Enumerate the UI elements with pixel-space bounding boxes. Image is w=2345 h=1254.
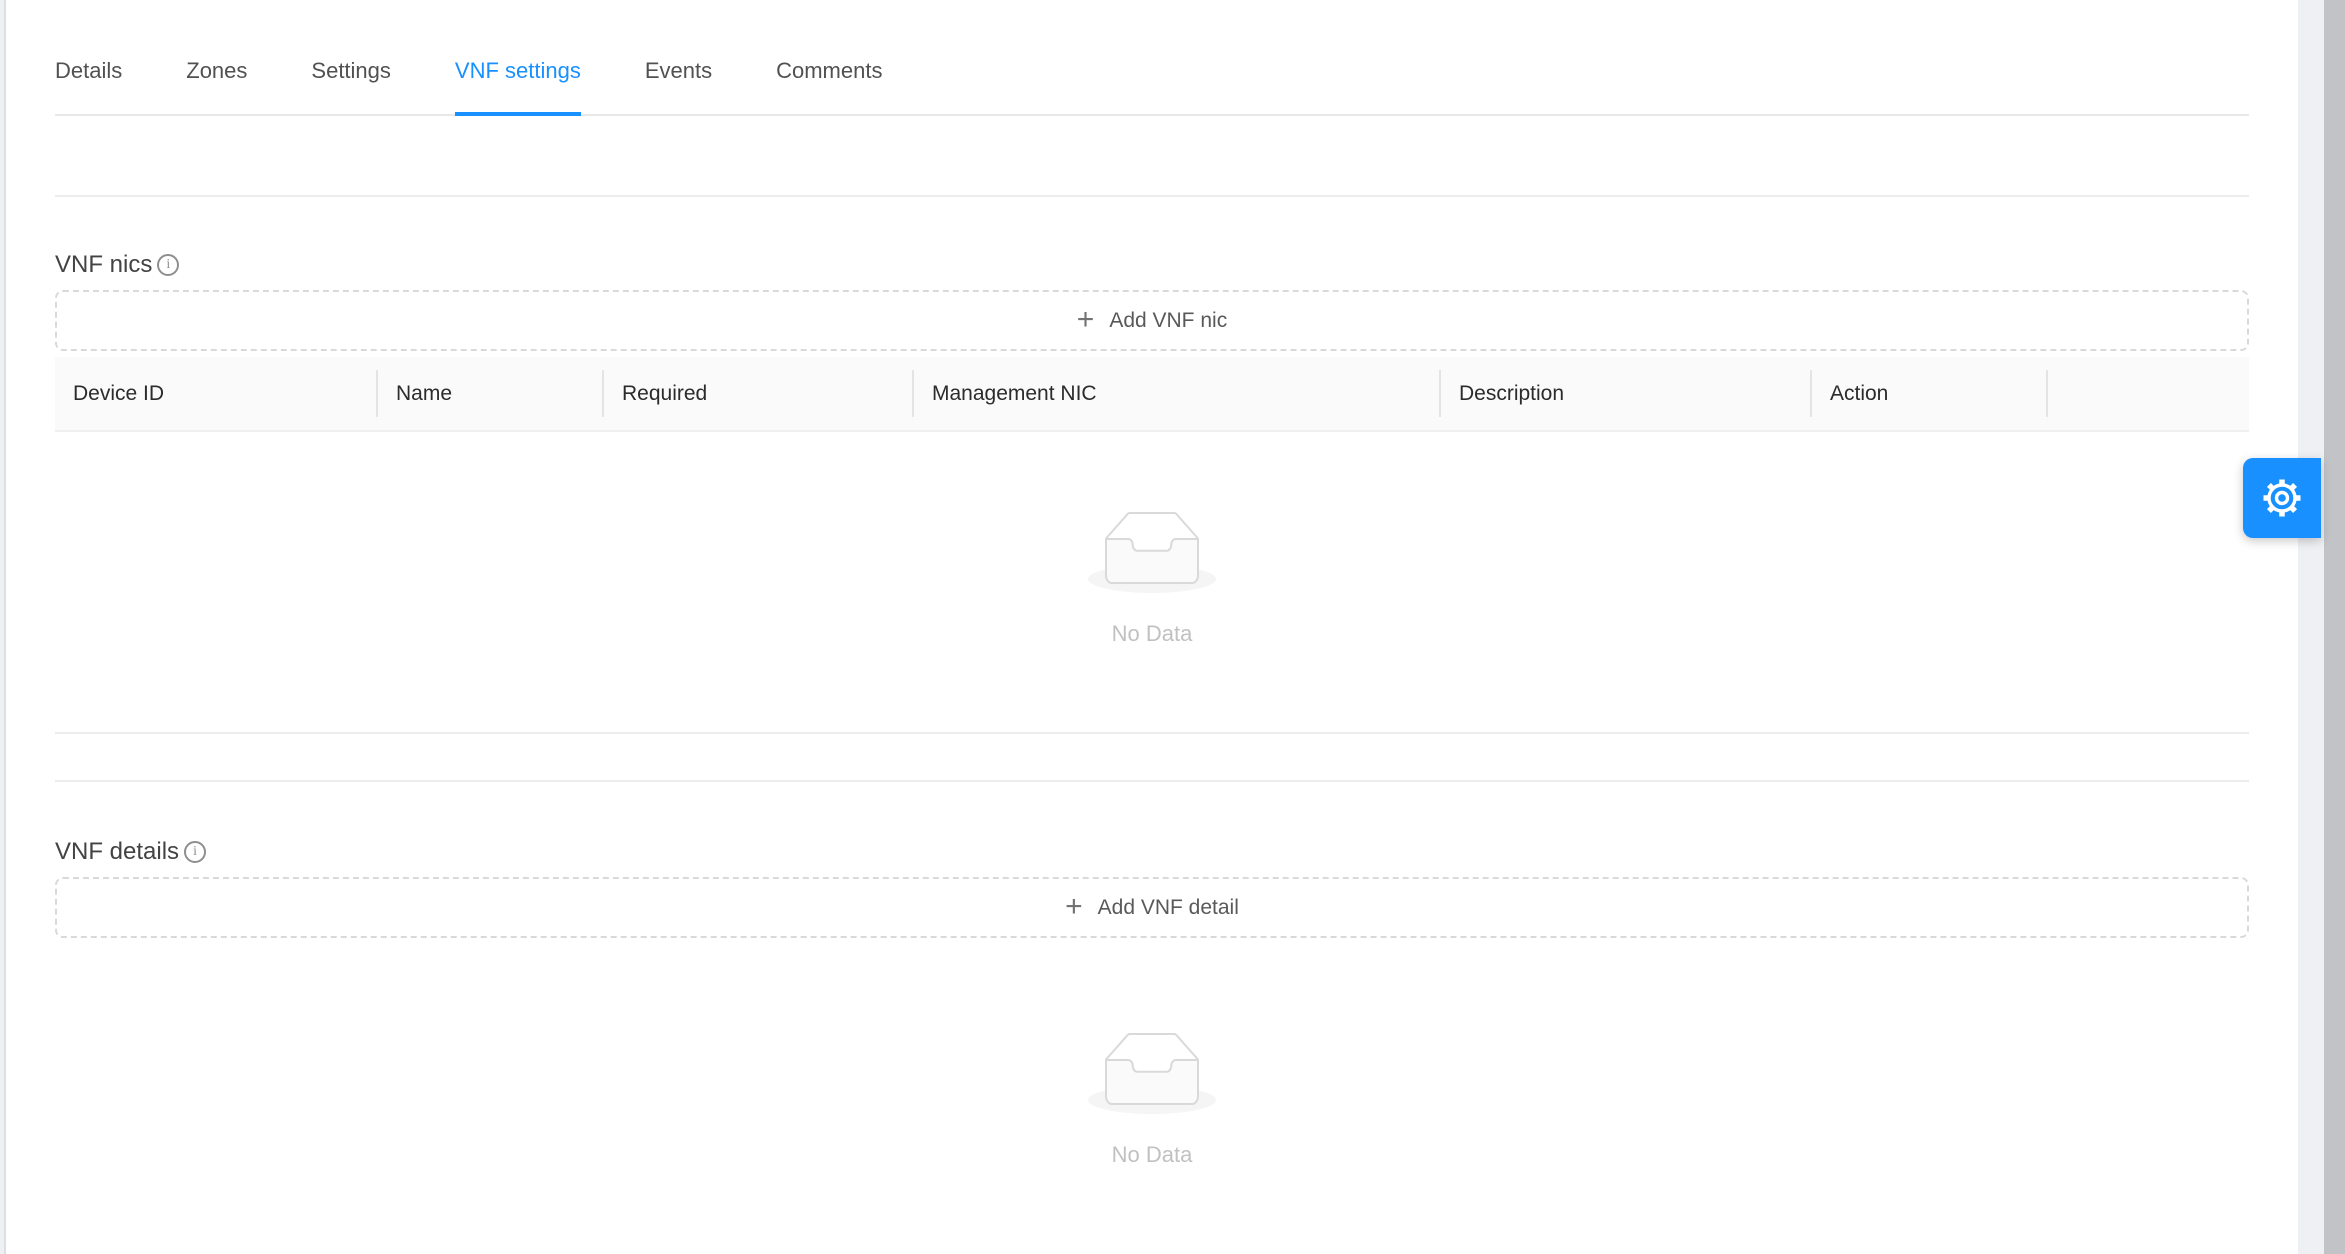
gear-icon <box>2261 477 2303 519</box>
add-vnf-nic-button[interactable]: + Add VNF nic <box>55 290 2249 351</box>
empty-inbox-icon <box>1088 1032 1216 1114</box>
tab-zones[interactable]: Zones <box>186 0 247 114</box>
add-vnf-detail-button[interactable]: + Add VNF detail <box>55 877 2249 938</box>
vnf-details-empty-state: No Data <box>55 1032 2249 1168</box>
page: Details Zones Settings VNF settings Even… <box>0 0 2345 1254</box>
scrollbar[interactable] <box>2324 0 2345 1254</box>
info-circle-icon[interactable]: i <box>184 841 206 863</box>
tab-events[interactable]: Events <box>645 0 712 114</box>
column-header-name: Name <box>378 357 604 430</box>
left-panel-edge <box>0 0 6 1254</box>
column-header-empty <box>2048 357 2249 430</box>
divider <box>55 780 2249 782</box>
no-data-text: No Data <box>1112 621 1193 647</box>
plus-icon: + <box>1077 305 1095 335</box>
no-data-text: No Data <box>1112 1142 1193 1168</box>
vnf-nics-title-text: VNF nics <box>55 251 152 279</box>
divider <box>55 732 2249 734</box>
settings-fab-button[interactable] <box>2243 458 2321 538</box>
add-vnf-nic-label: Add VNF nic <box>1109 309 1227 333</box>
tab-settings[interactable]: Settings <box>311 0 391 114</box>
column-header-description: Description <box>1441 357 1812 430</box>
vnf-details-title: VNF details i <box>55 838 206 866</box>
vnf-nics-empty-state: No Data <box>55 511 2249 647</box>
tab-bar: Details Zones Settings VNF settings Even… <box>55 0 2249 116</box>
tab-vnf-settings[interactable]: VNF settings <box>455 0 581 114</box>
right-gutter <box>2298 0 2324 1254</box>
divider <box>55 195 2249 197</box>
add-vnf-detail-label: Add VNF detail <box>1098 896 1239 920</box>
tab-comments[interactable]: Comments <box>776 0 882 114</box>
column-header-device-id: Device ID <box>55 357 378 430</box>
info-circle-icon[interactable]: i <box>157 254 179 276</box>
plus-icon: + <box>1065 892 1083 922</box>
column-header-required: Required <box>604 357 914 430</box>
vnf-nics-title: VNF nics i <box>55 251 179 279</box>
vnf-nics-table-header: Device ID Name Required Management NIC D… <box>55 357 2249 432</box>
column-header-action: Action <box>1812 357 2048 430</box>
column-header-management-nic: Management NIC <box>914 357 1441 430</box>
empty-inbox-icon <box>1088 511 1216 593</box>
vnf-details-title-text: VNF details <box>55 838 179 866</box>
tab-details[interactable]: Details <box>55 0 122 114</box>
